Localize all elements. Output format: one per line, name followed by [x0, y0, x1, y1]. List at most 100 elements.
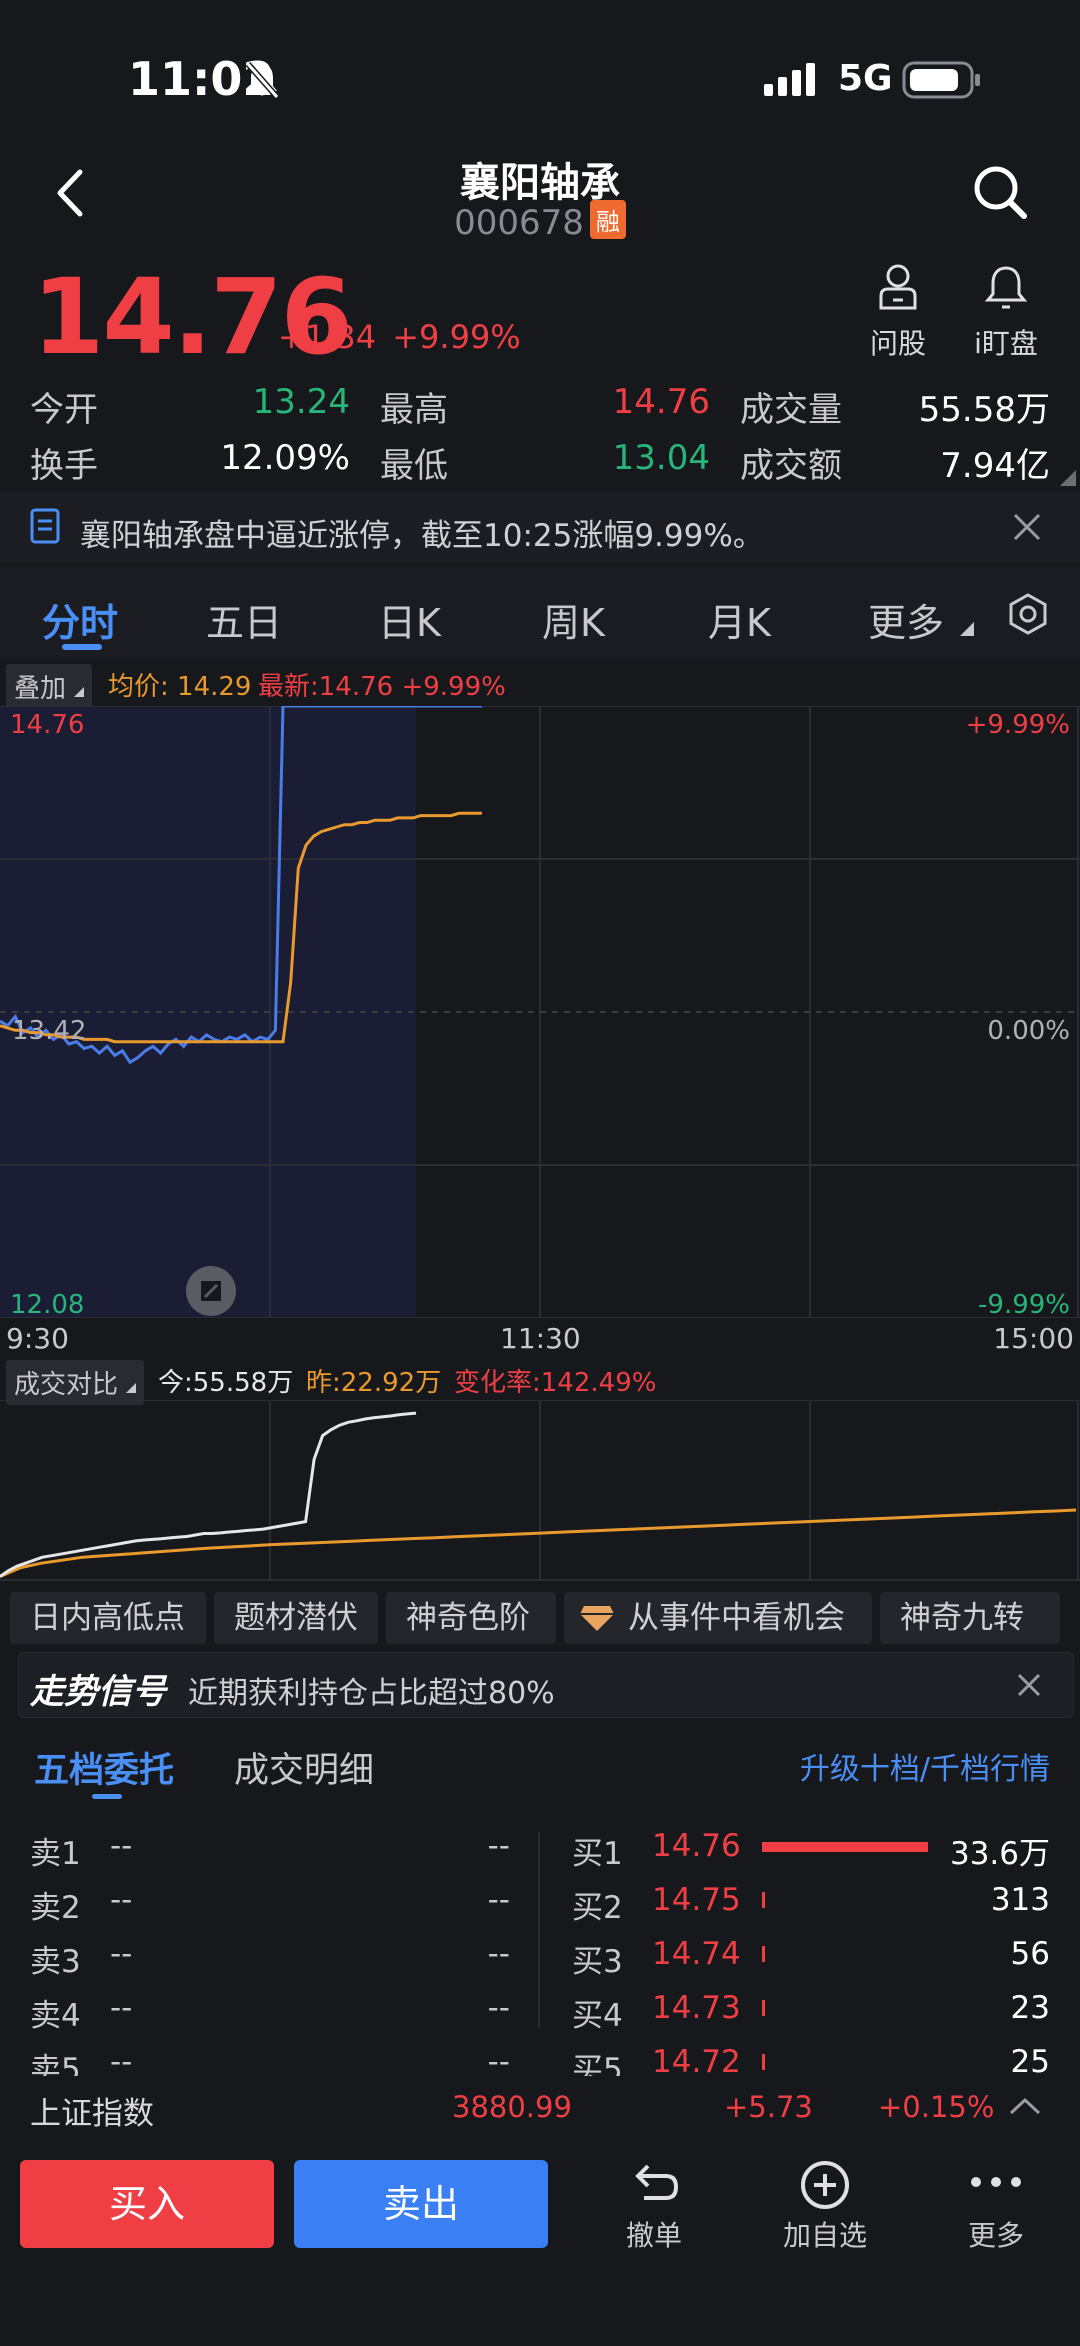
change-percent: +9.99%: [392, 318, 521, 356]
intraday-price-chart[interactable]: [0, 706, 1080, 1318]
stat-high-value: 14.76: [612, 382, 710, 422]
stat-turnover-value: 12.09%: [220, 438, 350, 478]
tab-monthly-k[interactable]: 月K: [708, 592, 771, 647]
index-value: 3880.99: [452, 2090, 572, 2124]
current-price: 14.76: [32, 256, 353, 378]
avg-price-label: 均价: 14.29: [108, 672, 252, 702]
buy-row: 买4 14.73 23: [572, 1990, 1050, 2044]
add-circle-icon[interactable]: [798, 2158, 852, 2212]
sell-row: 卖2 -- --: [30, 1882, 510, 1936]
search-icon[interactable]: [972, 164, 1028, 220]
add-watchlist-label[interactable]: 加自选: [775, 2214, 875, 2254]
buy-label: 买1: [572, 1836, 623, 1872]
buy-qty: 23: [1010, 1990, 1050, 2026]
sell-price: --: [110, 1828, 133, 1864]
stat-turnover-label: 换手: [30, 446, 98, 486]
tab-more[interactable]: 更多: [868, 592, 944, 647]
active-tab-indicator: [62, 644, 102, 650]
overlay-label: 叠加: [14, 674, 67, 704]
close-icon[interactable]: [1016, 1672, 1042, 1698]
undo-icon[interactable]: [626, 2160, 682, 2210]
dropdown-corner-icon: [126, 1383, 137, 1393]
buy-row: 买3 14.74 56: [572, 1936, 1050, 1990]
bell-icon: [984, 266, 1028, 309]
stat-amount-label: 成交额: [740, 446, 842, 486]
buy-qty-bar: [762, 1946, 765, 1962]
yesterday-volume-line: [0, 1508, 1077, 1578]
sell-row: 卖4 -- --: [30, 1990, 510, 2044]
sell-price: --: [110, 1990, 133, 2026]
buy-qty: 33.6万: [949, 1836, 1050, 1872]
more-dots-icon[interactable]: [966, 2172, 1026, 2192]
watch-board-label: i盯盘: [974, 327, 1038, 360]
tab-intraday[interactable]: 分时: [42, 592, 118, 647]
fullscreen-button[interactable]: [186, 1266, 236, 1316]
stat-volume-value: 55.58万: [918, 390, 1050, 430]
y-right-bottom: -9.99%: [978, 1290, 1070, 1320]
x-tick-close: 15:00: [993, 1322, 1074, 1355]
volume-compare-chart[interactable]: [0, 1400, 1080, 1582]
index-name: 上证指数: [30, 2096, 154, 2132]
buy-button[interactable]: 买入: [20, 2160, 274, 2248]
stat-open-value: 13.24: [252, 382, 350, 422]
buy-label: 买2: [572, 1890, 623, 1926]
tab-daily-k[interactable]: 日K: [378, 592, 441, 647]
more-label[interactable]: 更多: [946, 2214, 1046, 2254]
orderbook-divider: [538, 1832, 540, 2028]
stat-volume-label: 成交量: [740, 390, 842, 430]
expand-icon: [201, 1281, 221, 1301]
volume-compare-button[interactable]: 成交对比: [6, 1360, 145, 1405]
x-tick-open: 9:30: [6, 1322, 69, 1355]
index-change: +5.73: [724, 2090, 813, 2124]
bell-muted-icon: [245, 62, 280, 99]
sell-label: 卖1: [30, 1836, 81, 1872]
chevron-up-icon[interactable]: [1008, 2096, 1042, 2116]
chip-magic-nine[interactable]: 神奇九转: [880, 1592, 1060, 1644]
settings-icon[interactable]: [1006, 592, 1050, 636]
buy-row: 买2 14.75 313: [572, 1882, 1050, 1936]
sell-qty: --: [487, 1990, 510, 2026]
document-icon: [30, 508, 60, 544]
tab-five-day[interactable]: 五日: [206, 592, 282, 647]
stat-amount-value: 7.94亿: [940, 446, 1050, 486]
tab-trade-detail[interactable]: 成交明细: [234, 1742, 374, 1793]
stat-low-value: 13.04: [612, 438, 710, 478]
chip-magic-color[interactable]: 神奇色阶: [386, 1592, 556, 1644]
ask-stock-button[interactable]: 问股: [853, 262, 943, 362]
stat-open-label: 今开: [30, 390, 98, 430]
y-right-mid: 0.00%: [987, 1016, 1070, 1046]
buy-qty-bar: [762, 2000, 765, 2016]
sell-label: 卖3: [30, 1944, 81, 1980]
today-volume-label: 今:55.58万: [158, 1368, 294, 1398]
sell-button[interactable]: 卖出: [294, 2160, 548, 2248]
x-tick-midday: 11:30: [500, 1322, 581, 1355]
buy-price: 14.76: [652, 1828, 741, 1864]
chip-intraday-high-low[interactable]: 日内高低点: [10, 1592, 206, 1644]
tab-five-level[interactable]: 五档委托: [34, 1742, 174, 1793]
today-volume-line: [0, 1411, 417, 1578]
chip-theme-ambush[interactable]: 题材潜伏: [214, 1592, 378, 1644]
ask-stock-icon: [879, 264, 917, 310]
watch-board-button[interactable]: i盯盘: [961, 262, 1051, 362]
price-change: +1.34 +9.99%: [278, 318, 521, 356]
stock-code: 000678: [454, 203, 584, 243]
buy-qty: 56: [1010, 1936, 1050, 1972]
expand-corner-icon[interactable]: [1060, 470, 1076, 486]
buy-price: 14.74: [652, 1936, 741, 1972]
buy-qty: 313: [990, 1882, 1050, 1918]
network-type: 5G: [838, 58, 893, 99]
sell-label: 卖4: [30, 1998, 81, 2034]
stat-high-label: 最高: [380, 390, 448, 430]
cancel-order-label[interactable]: 撤单: [604, 2214, 704, 2254]
tab-weekly-k[interactable]: 周K: [542, 592, 605, 647]
signal-label: 走势信号: [30, 1672, 166, 1712]
upgrade-link[interactable]: 升级十档/千档行情: [800, 1744, 1050, 1788]
dropdown-corner-icon: [960, 622, 974, 636]
buy-label: 买4: [572, 1998, 623, 2034]
overlay-button[interactable]: 叠加: [6, 664, 93, 709]
buy-levels: 买1 14.76 33.6万 买2 14.75 313 买3 14.74 56 …: [572, 1828, 1050, 2082]
battery-icon: [902, 61, 980, 99]
buy-price: 14.72: [652, 2044, 741, 2080]
ask-stock-label: 问股: [869, 327, 926, 360]
close-icon[interactable]: [1012, 512, 1042, 542]
